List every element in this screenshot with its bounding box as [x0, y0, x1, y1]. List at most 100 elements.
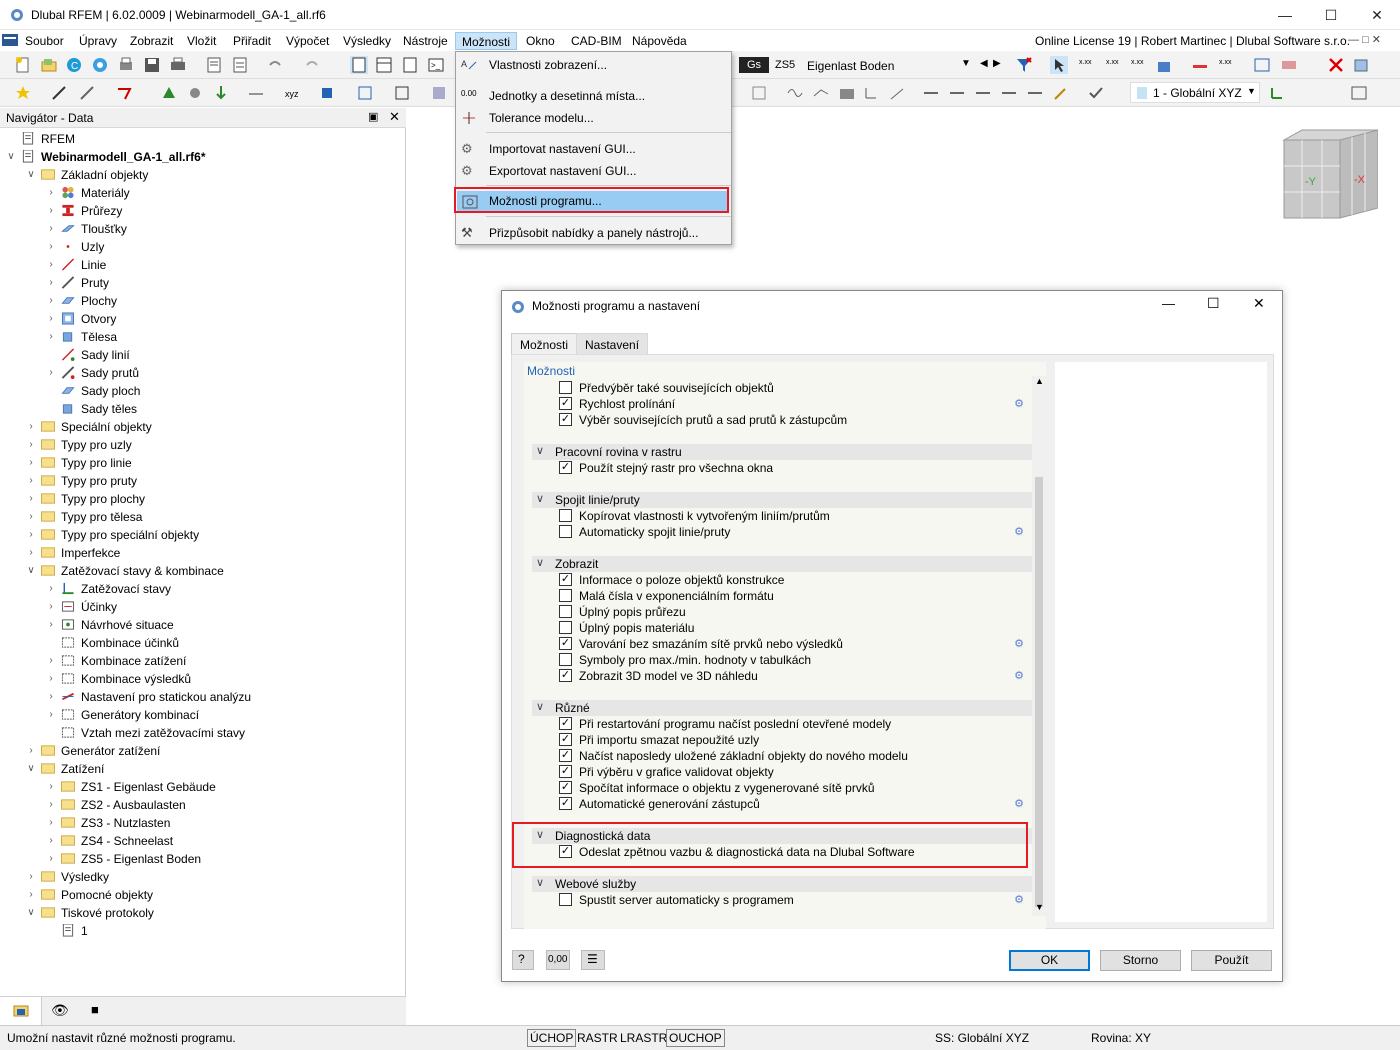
align-2-icon[interactable]: [948, 84, 966, 102]
chevron-down-icon[interactable]: ∨: [536, 492, 544, 505]
undo-icon[interactable]: [266, 56, 284, 74]
collapsed-chevron-icon[interactable]: ›: [46, 328, 56, 346]
menu-soubor[interactable]: Soubor: [19, 32, 70, 50]
grid-icon[interactable]: [356, 84, 374, 102]
collapsed-chevron-icon[interactable]: ›: [26, 418, 36, 436]
option-row[interactable]: ✓ Při restartování programu načíst posled…: [559, 716, 1029, 732]
values-3-icon[interactable]: x.xx: [1130, 56, 1148, 74]
coordinate-tool-icon[interactable]: xyz: [283, 84, 301, 102]
collapsed-chevron-icon[interactable]: ›: [26, 454, 36, 472]
tree-item[interactable]: › Generátory kombinací: [0, 706, 406, 724]
option-group-header[interactable]: ∨ Webové služby: [532, 876, 1038, 892]
report-icon[interactable]: [205, 56, 223, 74]
webservice-icon[interactable]: [91, 56, 109, 74]
chevron-down-icon[interactable]: ▼: [961, 58, 971, 69]
restore-doc-icon[interactable]: — □ ✕: [1348, 33, 1381, 46]
collapsed-chevron-icon[interactable]: ›: [46, 706, 56, 724]
values-2-icon[interactable]: x.xx: [1105, 56, 1123, 74]
menu-item-export-gui[interactable]: ⚙ Exportovat nastavení GUI...: [456, 160, 731, 182]
tree-item[interactable]: 1: [0, 922, 406, 940]
collapsed-chevron-icon[interactable]: ›: [46, 580, 56, 598]
tree-item[interactable]: › ZS3 - Nutzlasten: [0, 814, 406, 832]
dimension-tool-icon[interactable]: [247, 84, 265, 102]
menu-item-tolerance[interactable]: Tolerance modelu...: [456, 107, 731, 129]
menu-zobrazit[interactable]: Zobrazit: [124, 32, 179, 50]
tree-item[interactable]: › Tloušťky: [0, 220, 406, 238]
section-icon[interactable]: [1253, 56, 1271, 74]
maximize-icon[interactable]: ☐: [1207, 295, 1220, 312]
tree-item[interactable]: › Účinky: [0, 598, 406, 616]
render-icon[interactable]: [1350, 84, 1368, 102]
next-icon[interactable]: ▶: [993, 58, 1001, 69]
tree-item[interactable]: ∨ Základní objekty: [0, 166, 406, 184]
select-icon[interactable]: [1050, 56, 1068, 74]
checkbox[interactable]: ✓: [559, 573, 572, 586]
line-tool-icon[interactable]: [50, 84, 68, 102]
video-icon[interactable]: ■: [91, 1002, 99, 1017]
camera-icon[interactable]: [838, 84, 856, 102]
collapsed-chevron-icon[interactable]: ›: [46, 778, 56, 796]
checkbox[interactable]: ✓: [559, 733, 572, 746]
option-row[interactable]: ✓ Spočítat informace o objektu z vygenero…: [559, 780, 1029, 796]
maximize-button[interactable]: ☐: [1308, 0, 1354, 30]
tree-item[interactable]: › ZS5 - Eigenlast Boden: [0, 850, 406, 868]
collapsed-chevron-icon[interactable]: ›: [46, 292, 56, 310]
redo-icon[interactable]: [303, 56, 321, 74]
menu-item-import-gui[interactable]: ⚙ Importovat nastavení GUI...: [456, 138, 731, 160]
option-row[interactable]: Automaticky spojit linie/pruty: [559, 524, 1029, 540]
tree-item[interactable]: ∨ Tiskové protokoly: [0, 904, 406, 922]
tree-item[interactable]: › ZS2 - Ausbaulasten: [0, 796, 406, 814]
collapsed-chevron-icon[interactable]: ›: [46, 364, 56, 382]
collapsed-chevron-icon[interactable]: ›: [46, 238, 56, 256]
collapsed-chevron-icon[interactable]: ›: [46, 814, 56, 832]
checkbox[interactable]: ✓: [559, 461, 572, 474]
lgrid-button[interactable]: LRASTR: [620, 1031, 667, 1045]
expanded-chevron-icon[interactable]: ∨: [26, 562, 36, 580]
option-group-header[interactable]: ∨ Různé: [532, 700, 1038, 716]
tree-item[interactable]: › Pruty: [0, 274, 406, 292]
expanded-chevron-icon[interactable]: ∨: [26, 904, 36, 922]
checkbox[interactable]: [559, 381, 572, 394]
collapsed-chevron-icon[interactable]: ›: [46, 184, 56, 202]
tree-item[interactable]: › Generátor zatížení: [0, 742, 406, 760]
minimize-button[interactable]: —: [1262, 0, 1308, 30]
pin-icon[interactable]: ▣: [368, 110, 378, 123]
option-row[interactable]: ✓ Informace o poloze objektů konstrukce: [559, 572, 1029, 588]
display-icon[interactable]: [1191, 56, 1209, 74]
collapsed-chevron-icon[interactable]: ›: [26, 508, 36, 526]
navigator-toggle-icon[interactable]: [350, 56, 368, 74]
close-icon[interactable]: ✕: [389, 109, 400, 125]
collapsed-chevron-icon[interactable]: ›: [26, 868, 36, 886]
expanded-chevron-icon[interactable]: ∨: [26, 760, 36, 778]
minimize-icon[interactable]: —: [1162, 296, 1175, 311]
diagram-icon[interactable]: [786, 84, 804, 102]
tree-item[interactable]: ∨ Zatěžovací stavy & kombinace: [0, 562, 406, 580]
cancel-button[interactable]: Storno: [1100, 950, 1181, 971]
collapsed-chevron-icon[interactable]: ›: [26, 544, 36, 562]
menu-moznosti[interactable]: Možnosti: [455, 32, 518, 50]
option-row[interactable]: Úplný popis materiálu: [559, 620, 1029, 636]
option-row[interactable]: Malá čísla v exponenciálním formátu: [559, 588, 1029, 604]
checkbox[interactable]: [559, 621, 572, 634]
collapsed-chevron-icon[interactable]: ›: [46, 220, 56, 238]
expanded-chevron-icon[interactable]: ∨: [6, 148, 16, 166]
tree-item[interactable]: › Imperfekce: [0, 544, 406, 562]
help-button[interactable]: ?: [512, 950, 534, 970]
chevron-down-icon[interactable]: ∨: [536, 700, 544, 713]
collapsed-chevron-icon[interactable]: ›: [46, 310, 56, 328]
collapsed-chevron-icon[interactable]: ›: [46, 202, 56, 220]
checkbox[interactable]: ✓: [559, 669, 572, 682]
option-row[interactable]: ✓ Při výběru v grafice validovat objekty: [559, 764, 1029, 780]
delete-icon[interactable]: [1327, 56, 1345, 74]
tab-data[interactable]: [0, 997, 42, 1025]
tab-nastaveni[interactable]: Nastavení: [576, 333, 649, 354]
option-row[interactable]: ✓ Rychlost prolínání: [559, 396, 1029, 412]
tree-item[interactable]: Sady ploch: [0, 382, 406, 400]
tree-item[interactable]: › ZS4 - Schneelast: [0, 832, 406, 850]
save-icon[interactable]: [143, 56, 161, 74]
values-icon[interactable]: x.xx: [1078, 56, 1096, 74]
option-row[interactable]: ✓ Výběr souvisejících prutů a sad prutů k…: [559, 412, 1029, 428]
coordinate-system-select[interactable]: 1 - Globální XYZ ▼: [1130, 82, 1260, 103]
checkbox[interactable]: [559, 509, 572, 522]
settings-button[interactable]: ☰: [581, 950, 605, 970]
